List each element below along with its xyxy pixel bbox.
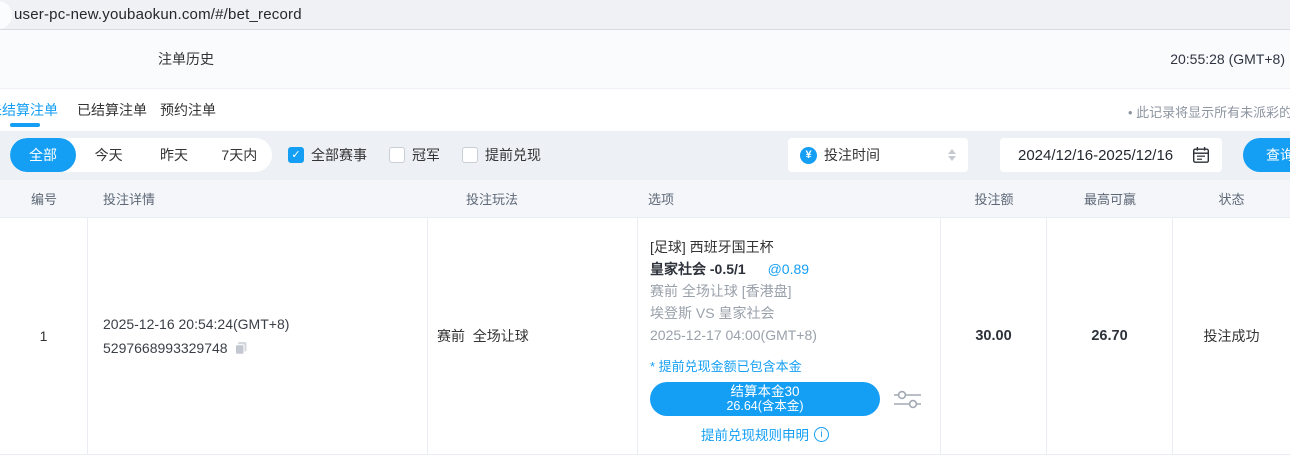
record-tabs: 未结算注单 已结算注单 预约注单 • 此记录将显示所有未派彩的投 xyxy=(0,89,1290,131)
current-time: 20:55:28 (GMT+8) xyxy=(1170,51,1285,67)
date-range-value[interactable]: 2024/12/16-2025/12/16 xyxy=(1018,147,1192,164)
tab-unsettled-bets[interactable]: 未结算注单 xyxy=(0,100,58,120)
date-range-picker[interactable]: 2024/12/16-2025/12/16 xyxy=(1000,138,1222,172)
cell-option: [足球] 西班牙国王杯 皇家社会 -0.5/1 @0.89 赛前 全场让球 [香… xyxy=(638,218,941,454)
option-selection: 皇家社会 -0.5/1 xyxy=(650,261,746,277)
cashout-button-line2: 26.64(含本金) xyxy=(726,399,803,414)
checkbox-checked-icon[interactable] xyxy=(288,147,304,163)
checkbox-early-cashout[interactable]: 提前兑现 xyxy=(462,145,541,165)
url-text[interactable]: user-pc-new.youbaokun.com/#/bet_record xyxy=(14,6,302,23)
col-header-number: 编号 xyxy=(0,189,88,208)
sort-select-label: 投注时间 xyxy=(824,145,941,165)
filter-bar: 全部 今天 昨天 7天内 全部赛事 冠军 提前兑现 ¥ 投注时间 2024/12… xyxy=(0,131,1290,180)
cashout-button[interactable]: 结算本金30 26.64(含本金) xyxy=(650,382,880,416)
table-row: 1 2025-12-16 20:54:24(GMT+8) 52976689933… xyxy=(0,218,1290,455)
option-odds: @0.89 xyxy=(768,261,809,277)
currency-icon: ¥ xyxy=(800,147,817,164)
quick-filter-yesterday[interactable]: 昨天 xyxy=(141,145,206,165)
cell-status: 投注成功 xyxy=(1173,218,1290,454)
browser-address-bar[interactable]: user-pc-new.youbaokun.com/#/bet_record xyxy=(0,0,1290,30)
col-header-maxwin: 最高可赢 xyxy=(1047,189,1173,208)
bet-timestamp: 2025-12-16 20:54:24(GMT+8) xyxy=(103,316,427,332)
option-market: 赛前 全场让球 [香港盘] xyxy=(650,280,940,302)
info-icon xyxy=(814,427,829,442)
checkbox-all-events[interactable]: 全部赛事 xyxy=(288,145,367,165)
checkbox-unchecked-icon[interactable] xyxy=(462,147,478,163)
bet-id: 5297668993329748 xyxy=(103,340,228,356)
option-league: [足球] 西班牙国王杯 xyxy=(650,236,940,258)
quick-filter-today[interactable]: 今天 xyxy=(76,145,141,165)
tab-settled-bets[interactable]: 已结算注单 xyxy=(77,100,147,120)
unsettled-notice: • 此记录将显示所有未派彩的投 xyxy=(1128,102,1290,121)
cashout-button-line1: 结算本金30 xyxy=(730,384,799,399)
bet-table-header: 编号 投注详情 投注玩法 选项 投注额 最高可赢 状态 xyxy=(0,180,1290,218)
cell-stake: 30.00 xyxy=(941,218,1047,454)
quick-filter-all[interactable]: 全部 xyxy=(10,138,76,172)
checkbox-label: 提前兑现 xyxy=(485,145,541,165)
cell-play-type: 赛前 全场让球 xyxy=(428,218,638,454)
date-quick-filter-group: 全部 今天 昨天 7天内 xyxy=(10,138,272,172)
app-header: 注单历史 20:55:28 (GMT+8) xyxy=(0,30,1290,89)
tab-reserved-bets[interactable]: 预约注单 xyxy=(160,100,216,120)
copy-icon[interactable] xyxy=(234,341,248,355)
col-header-details: 投注详情 xyxy=(88,189,428,208)
cashout-rules-text: 提前兑现规则申明 xyxy=(701,424,809,444)
cell-max-win: 26.70 xyxy=(1047,218,1173,454)
col-header-option: 选项 xyxy=(638,189,941,208)
checkbox-label: 冠军 xyxy=(412,145,440,165)
option-teams: 埃登斯 VS 皇家社会 xyxy=(650,302,940,324)
col-header-stake: 投注额 xyxy=(941,189,1047,208)
search-button[interactable]: 查询 xyxy=(1243,138,1290,172)
cell-row-number: 1 xyxy=(0,218,88,454)
active-tab-underline xyxy=(10,123,40,127)
site-icon xyxy=(0,1,12,29)
cashout-note: * 提前兑现金额已包含本金 xyxy=(650,357,940,376)
checkbox-unchecked-icon[interactable] xyxy=(389,147,405,163)
calendar-icon[interactable] xyxy=(1192,146,1210,164)
checkbox-champion[interactable]: 冠军 xyxy=(389,145,440,165)
col-header-playtype: 投注玩法 xyxy=(428,189,638,208)
cell-bet-details: 2025-12-16 20:54:24(GMT+8) 5297668993329… xyxy=(88,218,428,454)
option-selection-line: 皇家社会 -0.5/1 @0.89 xyxy=(650,258,940,280)
quick-filter-7days[interactable]: 7天内 xyxy=(207,145,272,165)
checkbox-label: 全部赛事 xyxy=(311,145,367,165)
bet-time-sort-select[interactable]: ¥ 投注时间 xyxy=(788,138,968,172)
cashout-slider-icon[interactable] xyxy=(894,389,921,410)
cashout-rules-link[interactable]: 提前兑现规则申明 xyxy=(650,424,880,444)
option-match-time: 2025-12-17 04:00(GMT+8) xyxy=(650,324,940,346)
page-title: 注单历史 xyxy=(158,49,214,69)
sort-carets-icon xyxy=(948,149,956,161)
event-checkbox-group: 全部赛事 冠军 提前兑现 xyxy=(288,138,541,172)
col-header-status: 状态 xyxy=(1173,189,1290,208)
